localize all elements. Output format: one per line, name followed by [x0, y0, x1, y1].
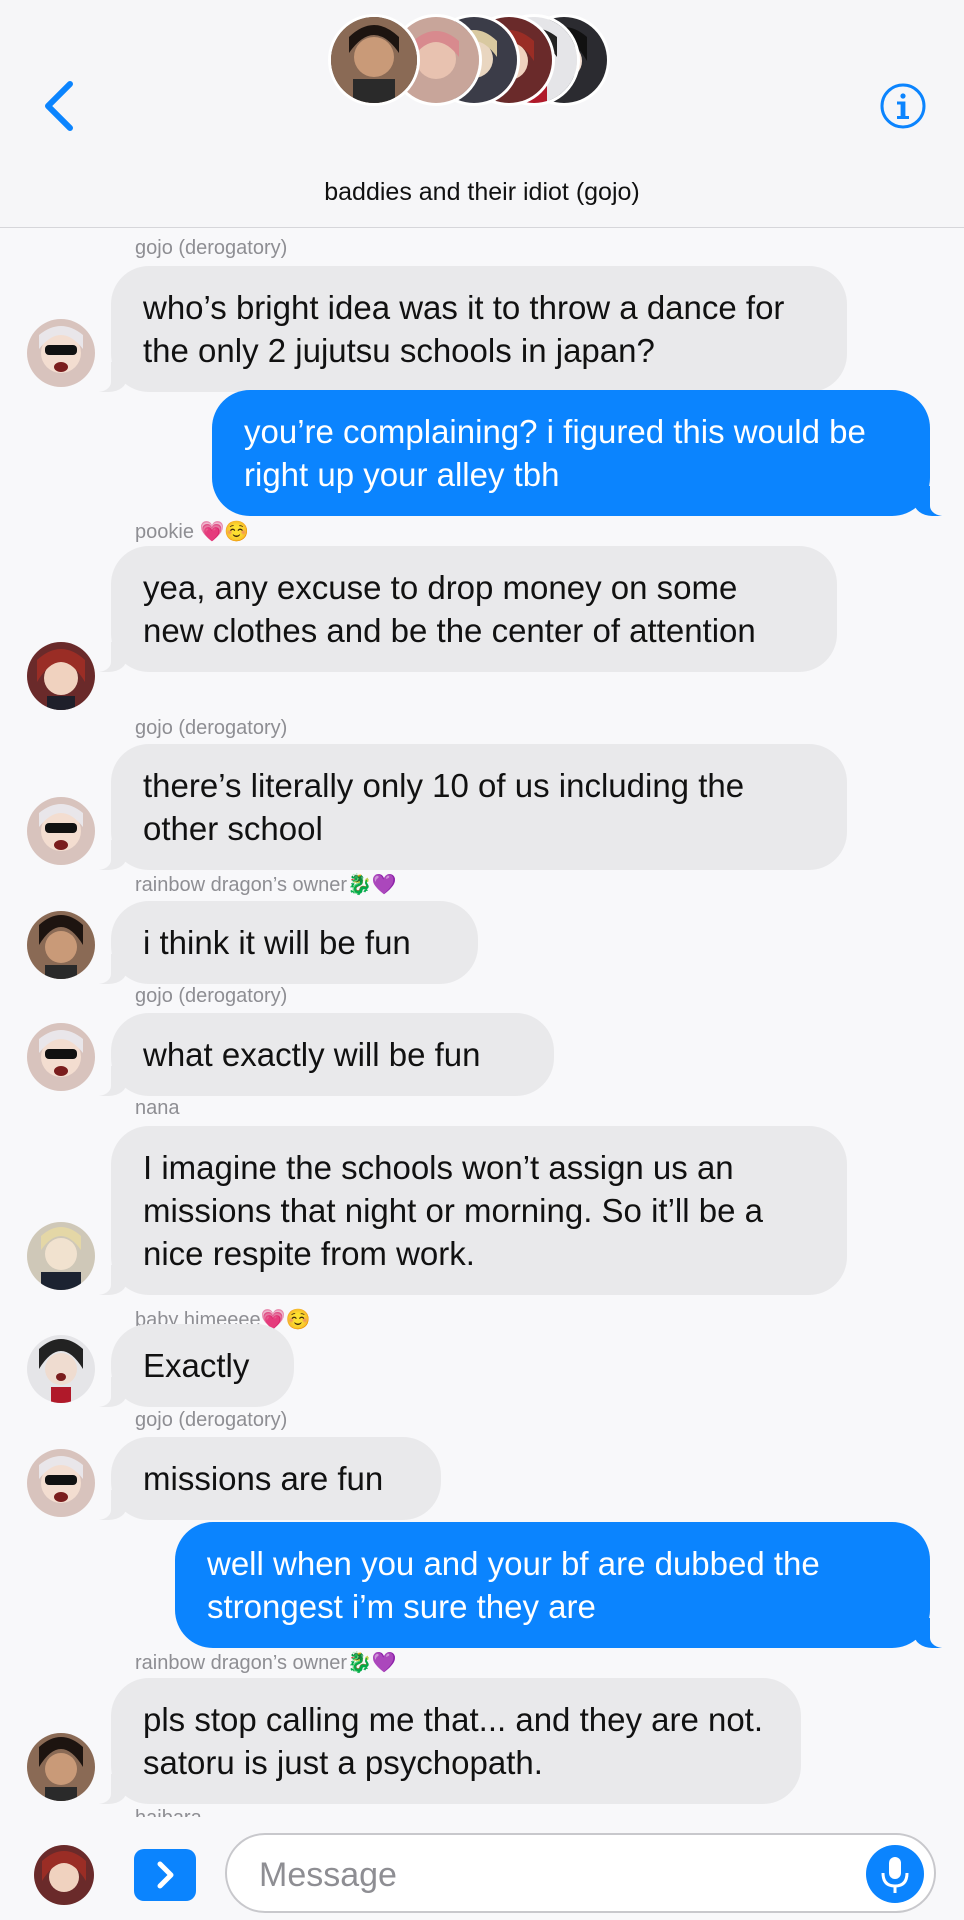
- avatar[interactable]: [27, 1335, 95, 1403]
- group-avatar: [328, 14, 420, 106]
- sender-name: gojo (derogatory): [135, 1409, 288, 1431]
- message-list[interactable]: gojo (derogatory) who’s bright idea was …: [0, 227, 964, 1817]
- avatar[interactable]: [27, 642, 95, 710]
- avatar[interactable]: [34, 1845, 94, 1905]
- sender-name: nana: [135, 1097, 180, 1119]
- chat-header: baddies and their idiot (gojo): [0, 0, 964, 228]
- message-bubble[interactable]: missions are fun: [87, 1437, 441, 1520]
- avatar[interactable]: [27, 797, 95, 865]
- microphone-icon: [881, 1857, 909, 1893]
- sender-name: haibara: [135, 1807, 202, 1817]
- message-placeholder: Message: [259, 1856, 397, 1894]
- message-input[interactable]: Message: [225, 1833, 936, 1913]
- avatar[interactable]: [27, 1222, 95, 1290]
- chevron-left-icon[interactable]: [40, 78, 80, 134]
- message-bubble[interactable]: yea, any excuse to drop money on some ne…: [87, 546, 837, 672]
- sender-name: gojo (derogatory): [135, 237, 288, 259]
- message-bubble[interactable]: there’s literally only 10 of us includin…: [87, 744, 847, 870]
- message-bubble-outgoing[interactable]: well when you and your bf are dubbed the…: [175, 1522, 954, 1648]
- avatar[interactable]: [27, 911, 95, 979]
- message-bubble[interactable]: what exactly will be fun: [87, 1013, 554, 1096]
- message-bubble[interactable]: pls stop calling me that... and they are…: [87, 1678, 801, 1804]
- message-bubble[interactable]: I imagine the schools won’t assign us an…: [87, 1126, 847, 1295]
- chevron-right-icon: [157, 1861, 174, 1889]
- message-bubble[interactable]: i think it will be fun: [87, 901, 478, 984]
- sender-name: gojo (derogatory): [135, 717, 288, 739]
- sender-name: pookie 💗☺️: [135, 521, 250, 543]
- message-bubble-outgoing[interactable]: you’re complaining? i figured this would…: [212, 390, 954, 516]
- sender-name: gojo (derogatory): [135, 985, 288, 1007]
- message-bubble[interactable]: who’s bright idea was it to throw a danc…: [87, 266, 847, 392]
- microphone-button[interactable]: [866, 1845, 924, 1903]
- chat-title[interactable]: baddies and their idiot (gojo): [0, 178, 964, 207]
- avatar[interactable]: [27, 1733, 95, 1801]
- group-avatar-stack[interactable]: [328, 14, 610, 110]
- sender-name: rainbow dragon’s owner🐉💜: [135, 1652, 397, 1674]
- avatar[interactable]: [27, 1023, 95, 1091]
- info-icon[interactable]: [879, 82, 927, 130]
- apps-button[interactable]: [134, 1849, 196, 1901]
- avatar[interactable]: [27, 319, 95, 387]
- message-composer: Message: [0, 1817, 964, 1920]
- message-bubble[interactable]: Exactly: [87, 1324, 294, 1407]
- sender-name: rainbow dragon’s owner🐉💜: [135, 874, 397, 896]
- avatar[interactable]: [27, 1449, 95, 1517]
